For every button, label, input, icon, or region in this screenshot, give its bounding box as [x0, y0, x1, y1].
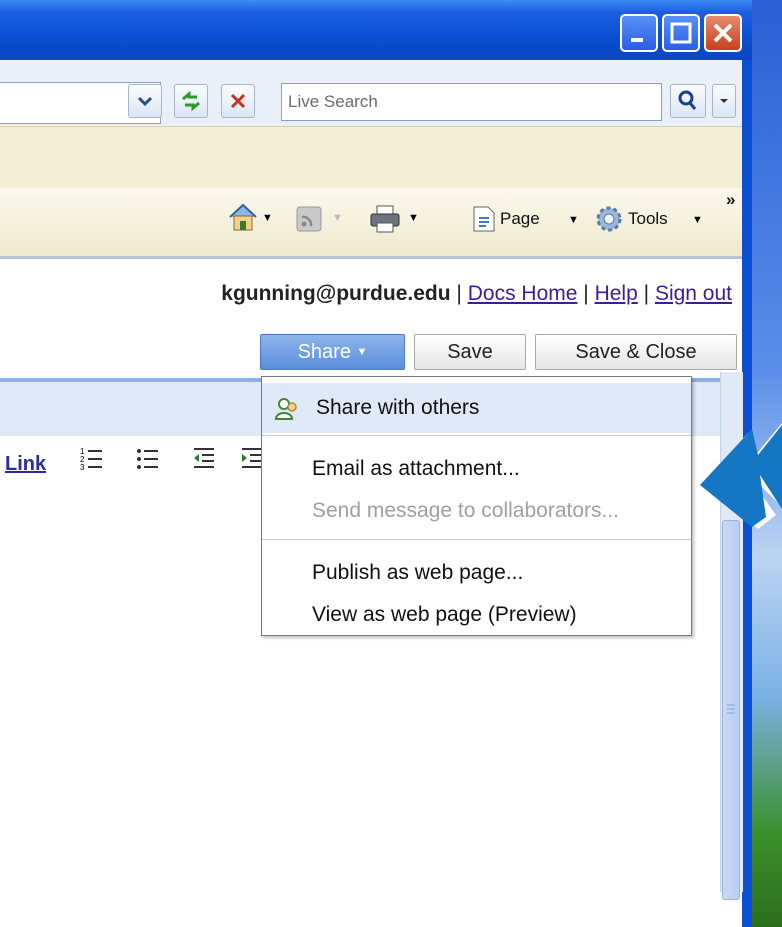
menu-item-label: Share with others — [316, 396, 480, 419]
separator: | — [643, 282, 650, 305]
menu-item-email-attachment[interactable]: Email as attachment... — [262, 449, 691, 489]
home-dropdown-arrow[interactable]: ▼ — [262, 212, 273, 224]
close-button[interactable] — [704, 14, 742, 52]
insert-link-button[interactable]: Link — [5, 453, 46, 476]
menu-item-publish-web-page[interactable]: Publish as web page... — [262, 553, 691, 593]
gear-icon — [596, 206, 622, 232]
grip-icon — [727, 704, 735, 714]
address-dropdown-button[interactable] — [128, 84, 162, 118]
people-icon — [274, 398, 297, 420]
sign-out-link[interactable]: Sign out — [655, 282, 732, 305]
chevron-down-icon: ▼ — [356, 346, 368, 358]
page-dropdown-arrow[interactable]: ▼ — [568, 214, 579, 226]
minimize-icon — [631, 38, 643, 42]
tools-menu-button[interactable] — [594, 204, 624, 239]
user-email: kgunning@purdue.edu — [221, 282, 451, 305]
separator: | — [456, 282, 462, 305]
user-bar: kgunning@purdue.edu | Docs Home | Help |… — [221, 282, 732, 306]
share-button[interactable]: Share ▼ — [260, 334, 405, 370]
share-menu: Share with others Email as attachment...… — [261, 376, 692, 636]
bulleted-list-icon[interactable] — [136, 445, 160, 477]
menu-item-send-message: Send message to collaborators... — [262, 491, 691, 531]
command-bar-overflow[interactable]: » — [726, 190, 735, 210]
scrollbar-thumb[interactable] — [722, 520, 740, 900]
print-button[interactable] — [368, 204, 402, 239]
printer-icon — [370, 205, 400, 233]
tools-dropdown-arrow[interactable]: ▼ — [692, 214, 703, 226]
feeds-button[interactable] — [296, 206, 322, 237]
stop-icon — [230, 93, 246, 109]
favorites-bar — [0, 126, 742, 190]
menu-item-label: Publish as web page... — [312, 561, 524, 584]
menu-item-label: View as web page (Preview) — [312, 603, 577, 626]
maximize-button[interactable] — [662, 14, 700, 52]
docs-home-link[interactable]: Docs Home — [468, 282, 578, 305]
decrease-indent-icon[interactable] — [192, 445, 216, 477]
page-menu-button[interactable] — [470, 204, 498, 239]
svg-text:3: 3 — [80, 463, 85, 471]
home-button[interactable] — [226, 202, 260, 237]
refresh-button[interactable] — [174, 84, 208, 118]
menu-item-label: Email as attachment... — [312, 457, 520, 480]
maximize-icon — [670, 22, 692, 44]
tools-menu-label[interactable]: Tools — [628, 209, 668, 229]
print-dropdown-arrow[interactable]: ▼ — [408, 212, 419, 224]
pointer-arrow-icon — [700, 423, 782, 529]
menu-separator — [262, 435, 691, 436]
save-close-button[interactable]: Save & Close — [535, 334, 737, 370]
search-button[interactable] — [670, 84, 706, 118]
stop-button[interactable] — [221, 84, 255, 118]
home-icon — [229, 203, 257, 231]
search-options-button[interactable] — [712, 84, 736, 118]
help-link[interactable]: Help — [595, 282, 638, 305]
chevron-down-icon — [720, 99, 728, 103]
page-menu-label[interactable]: Page — [500, 209, 540, 229]
numbered-list-icon[interactable]: 123 — [80, 445, 104, 477]
menu-separator — [262, 539, 691, 540]
rss-feed-icon — [296, 206, 322, 232]
separator: | — [583, 282, 589, 305]
minimize-button[interactable] — [620, 14, 658, 52]
menu-item-label: Send message to collaborators... — [312, 499, 620, 522]
save-button[interactable]: Save — [414, 334, 526, 370]
menu-item-view-as-web-page[interactable]: View as web page (Preview) — [262, 595, 691, 635]
share-button-label: Share — [297, 341, 351, 363]
search-icon — [678, 90, 697, 110]
menu-item-share-with-others[interactable]: Share with others — [262, 383, 691, 433]
refresh-icon — [182, 90, 200, 112]
live-search-box[interactable]: Live Search — [281, 83, 662, 121]
feeds-dropdown-arrow[interactable]: ▼ — [332, 212, 343, 224]
page-icon — [473, 206, 495, 232]
search-input[interactable]: Live Search — [288, 92, 378, 112]
close-icon — [713, 23, 733, 43]
chevron-down-icon — [137, 96, 153, 107]
